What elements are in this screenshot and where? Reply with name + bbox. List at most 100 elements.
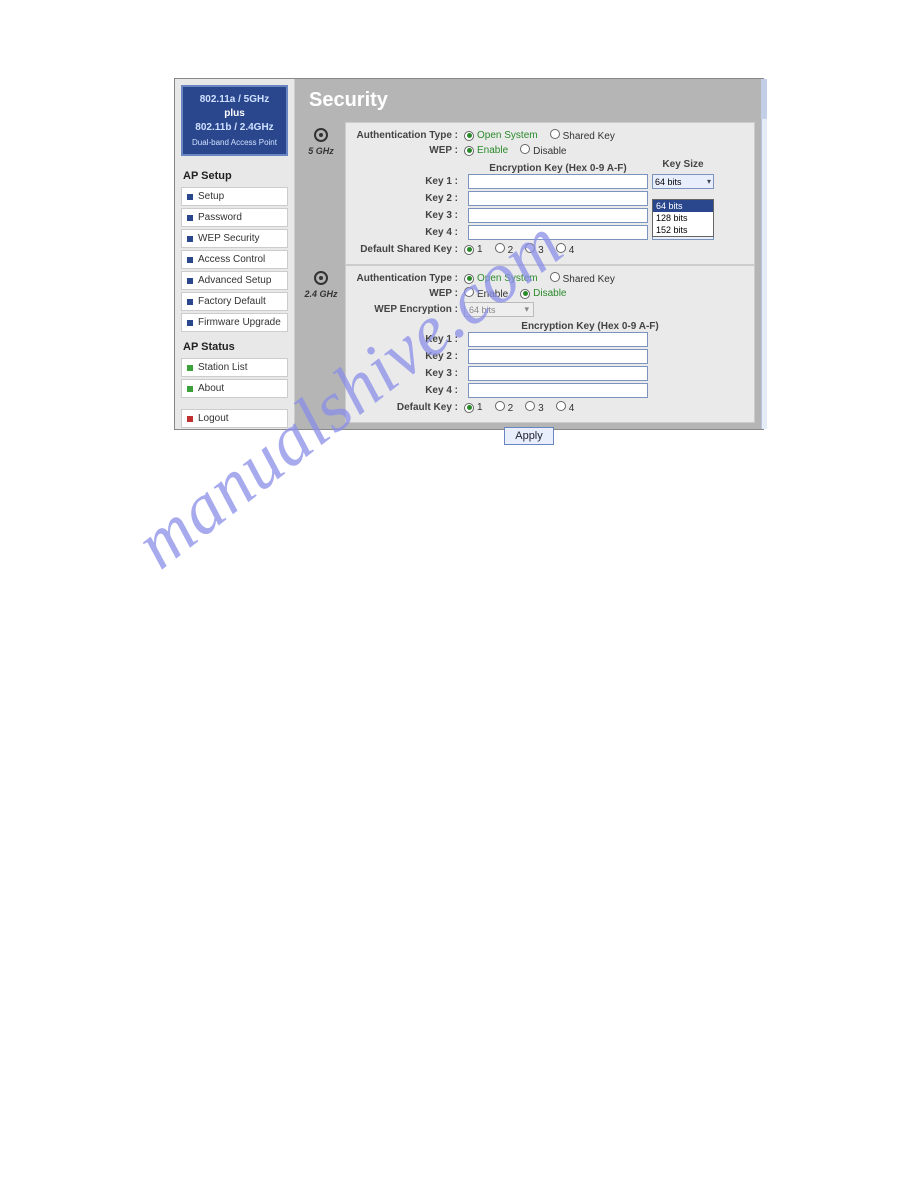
brand-box: 802.11a / 5GHz plus 802.11b / 2.4GHz Dua… bbox=[181, 85, 288, 156]
dropdown-item[interactable]: 128 bits bbox=[653, 212, 713, 224]
radio-wep-disable-5ghz[interactable]: Disable bbox=[520, 144, 566, 157]
radio-wep-disable-24ghz[interactable]: Disable bbox=[520, 288, 566, 299]
bullet-icon bbox=[187, 299, 193, 305]
dropdown-item[interactable]: 152 bits bbox=[653, 224, 713, 236]
input-key1-5ghz[interactable] bbox=[468, 174, 648, 189]
radio-wep-enable-5ghz[interactable]: Enable bbox=[464, 145, 508, 156]
nav-label: Station List bbox=[198, 362, 247, 373]
sidebar: 802.11a / 5GHz plus 802.11b / 2.4GHz Dua… bbox=[175, 79, 295, 429]
label-auth-type: Authentication Type : bbox=[354, 130, 464, 141]
chevron-down-icon: ▾ bbox=[707, 177, 711, 186]
nav-label: Logout bbox=[198, 413, 229, 424]
input-key3-24ghz[interactable] bbox=[468, 366, 648, 381]
heading-encryption-key: Encryption Key (Hex 0-9 A-F) bbox=[468, 163, 648, 174]
radio-icon bbox=[550, 272, 560, 282]
radio-label: Enable bbox=[477, 145, 508, 156]
bullet-icon bbox=[187, 320, 193, 326]
scrollbar-track[interactable] bbox=[761, 79, 767, 429]
radio-wep-enable-24ghz[interactable]: Enable bbox=[464, 287, 508, 300]
radio-defkey-2-5ghz[interactable]: 2 bbox=[495, 243, 514, 256]
panel-24ghz: Authentication Type : Open System Shared… bbox=[345, 265, 755, 423]
select-value: 64 bits bbox=[655, 177, 682, 187]
radio-defkey-4-24ghz[interactable]: 4 bbox=[556, 401, 575, 414]
apply-row: Apply bbox=[295, 423, 763, 451]
nav-access-control[interactable]: Access Control bbox=[181, 250, 288, 269]
nav-label: WEP Security bbox=[198, 233, 260, 244]
radio-defkey-1-5ghz[interactable]: 1 bbox=[464, 244, 483, 255]
nav-label: Access Control bbox=[198, 254, 265, 265]
nav-logout[interactable]: Logout bbox=[181, 409, 288, 428]
radio-defkey-3-5ghz[interactable]: 3 bbox=[525, 243, 544, 256]
bullet-icon bbox=[187, 278, 193, 284]
antenna-icon bbox=[314, 271, 328, 285]
nav-firmware-upgrade[interactable]: Firmware Upgrade bbox=[181, 313, 288, 332]
input-key1-24ghz[interactable] bbox=[468, 332, 648, 347]
label-wep-encryption: WEP Encryption : bbox=[354, 304, 464, 315]
select-value: 64 bits bbox=[469, 305, 496, 315]
heading-key-size: Key Size bbox=[652, 159, 714, 174]
band-24ghz: 2.4 GHz Authentication Type : Open Syste… bbox=[295, 265, 763, 423]
radio-icon bbox=[525, 401, 535, 411]
input-key2-5ghz[interactable] bbox=[468, 191, 648, 206]
radio-shared-key-24ghz[interactable]: Shared Key bbox=[550, 272, 615, 285]
radio-label: Enable bbox=[477, 289, 508, 300]
band-label-5ghz: 5 GHz bbox=[301, 122, 341, 265]
radio-defkey-2-24ghz[interactable]: 2 bbox=[495, 401, 514, 414]
section-heading-status: AP Status bbox=[175, 333, 294, 357]
radio-icon bbox=[550, 129, 560, 139]
band-label-24ghz: 2.4 GHz bbox=[301, 265, 341, 423]
select-keysize1-5ghz[interactable]: 64 bits ▾ bbox=[652, 174, 714, 189]
label-wep: WEP : bbox=[354, 288, 464, 299]
nav-station-list[interactable]: Station List bbox=[181, 358, 288, 377]
dropdown-item[interactable]: 64 bits bbox=[653, 200, 713, 212]
radio-icon bbox=[495, 401, 505, 411]
input-key4-24ghz[interactable] bbox=[468, 383, 648, 398]
dropdown-list-keysize: 64 bits 128 bits 152 bits bbox=[652, 199, 714, 237]
nav-setup[interactable]: Setup bbox=[181, 187, 288, 206]
label-default-shared-key: Default Shared Key : bbox=[354, 244, 464, 255]
radio-defkey-1-24ghz[interactable]: 1 bbox=[464, 402, 483, 413]
bullet-icon bbox=[187, 236, 193, 242]
radio-icon bbox=[464, 274, 474, 284]
apply-button[interactable]: Apply bbox=[504, 427, 554, 445]
bullet-icon bbox=[187, 365, 193, 371]
bullet-icon bbox=[187, 257, 193, 263]
nav-wep-security[interactable]: WEP Security bbox=[181, 229, 288, 248]
app-window: 802.11a / 5GHz plus 802.11b / 2.4GHz Dua… bbox=[174, 78, 764, 430]
radio-defkey-4-5ghz[interactable]: 4 bbox=[556, 243, 575, 256]
nav-about[interactable]: About bbox=[181, 379, 288, 398]
input-key4-5ghz[interactable] bbox=[468, 225, 648, 240]
radio-icon bbox=[520, 289, 530, 299]
select-wep-encryption-24ghz[interactable]: 64 bits▾ bbox=[464, 302, 534, 317]
radio-icon bbox=[556, 243, 566, 253]
band-text: 2.4 GHz bbox=[304, 289, 337, 299]
radio-open-system-5ghz[interactable]: Open System bbox=[464, 130, 538, 141]
label-key4: Key 4 : bbox=[354, 385, 464, 396]
bullet-icon bbox=[187, 215, 193, 221]
radio-shared-key-5ghz[interactable]: Shared Key bbox=[550, 129, 615, 142]
input-key3-5ghz[interactable] bbox=[468, 208, 648, 223]
label-default-key: Default Key : bbox=[354, 402, 464, 413]
nav-password[interactable]: Password bbox=[181, 208, 288, 227]
radio-label: Shared Key bbox=[563, 274, 615, 285]
bullet-icon bbox=[187, 416, 193, 422]
brand-line4: Dual-band Access Point bbox=[187, 137, 282, 148]
nav-factory-default[interactable]: Factory Default bbox=[181, 292, 288, 311]
nav-advanced-setup[interactable]: Advanced Setup bbox=[181, 271, 288, 290]
keys-grid-5ghz: Key 1 : 64 bits▾ Key 2 : 64 bits 128 bit… bbox=[354, 174, 746, 240]
section-heading-setup: AP Setup bbox=[175, 162, 294, 186]
input-key2-24ghz[interactable] bbox=[468, 349, 648, 364]
antenna-icon bbox=[314, 128, 328, 142]
page-title: Security bbox=[295, 79, 763, 118]
nav-label: Firmware Upgrade bbox=[198, 317, 281, 328]
radio-icon bbox=[520, 144, 530, 154]
label-key2: Key 2 : bbox=[354, 351, 464, 362]
radio-defkey-3-24ghz[interactable]: 3 bbox=[525, 401, 544, 414]
radio-icon bbox=[464, 146, 474, 156]
label-key4: Key 4 : bbox=[354, 227, 464, 238]
nav-label: Factory Default bbox=[198, 296, 266, 307]
radio-open-system-24ghz[interactable]: Open System bbox=[464, 273, 538, 284]
scrollbar-thumb[interactable] bbox=[761, 79, 767, 119]
label-key1: Key 1 : bbox=[354, 176, 464, 187]
brand-line3: 802.11b / 2.4GHz bbox=[187, 121, 282, 135]
